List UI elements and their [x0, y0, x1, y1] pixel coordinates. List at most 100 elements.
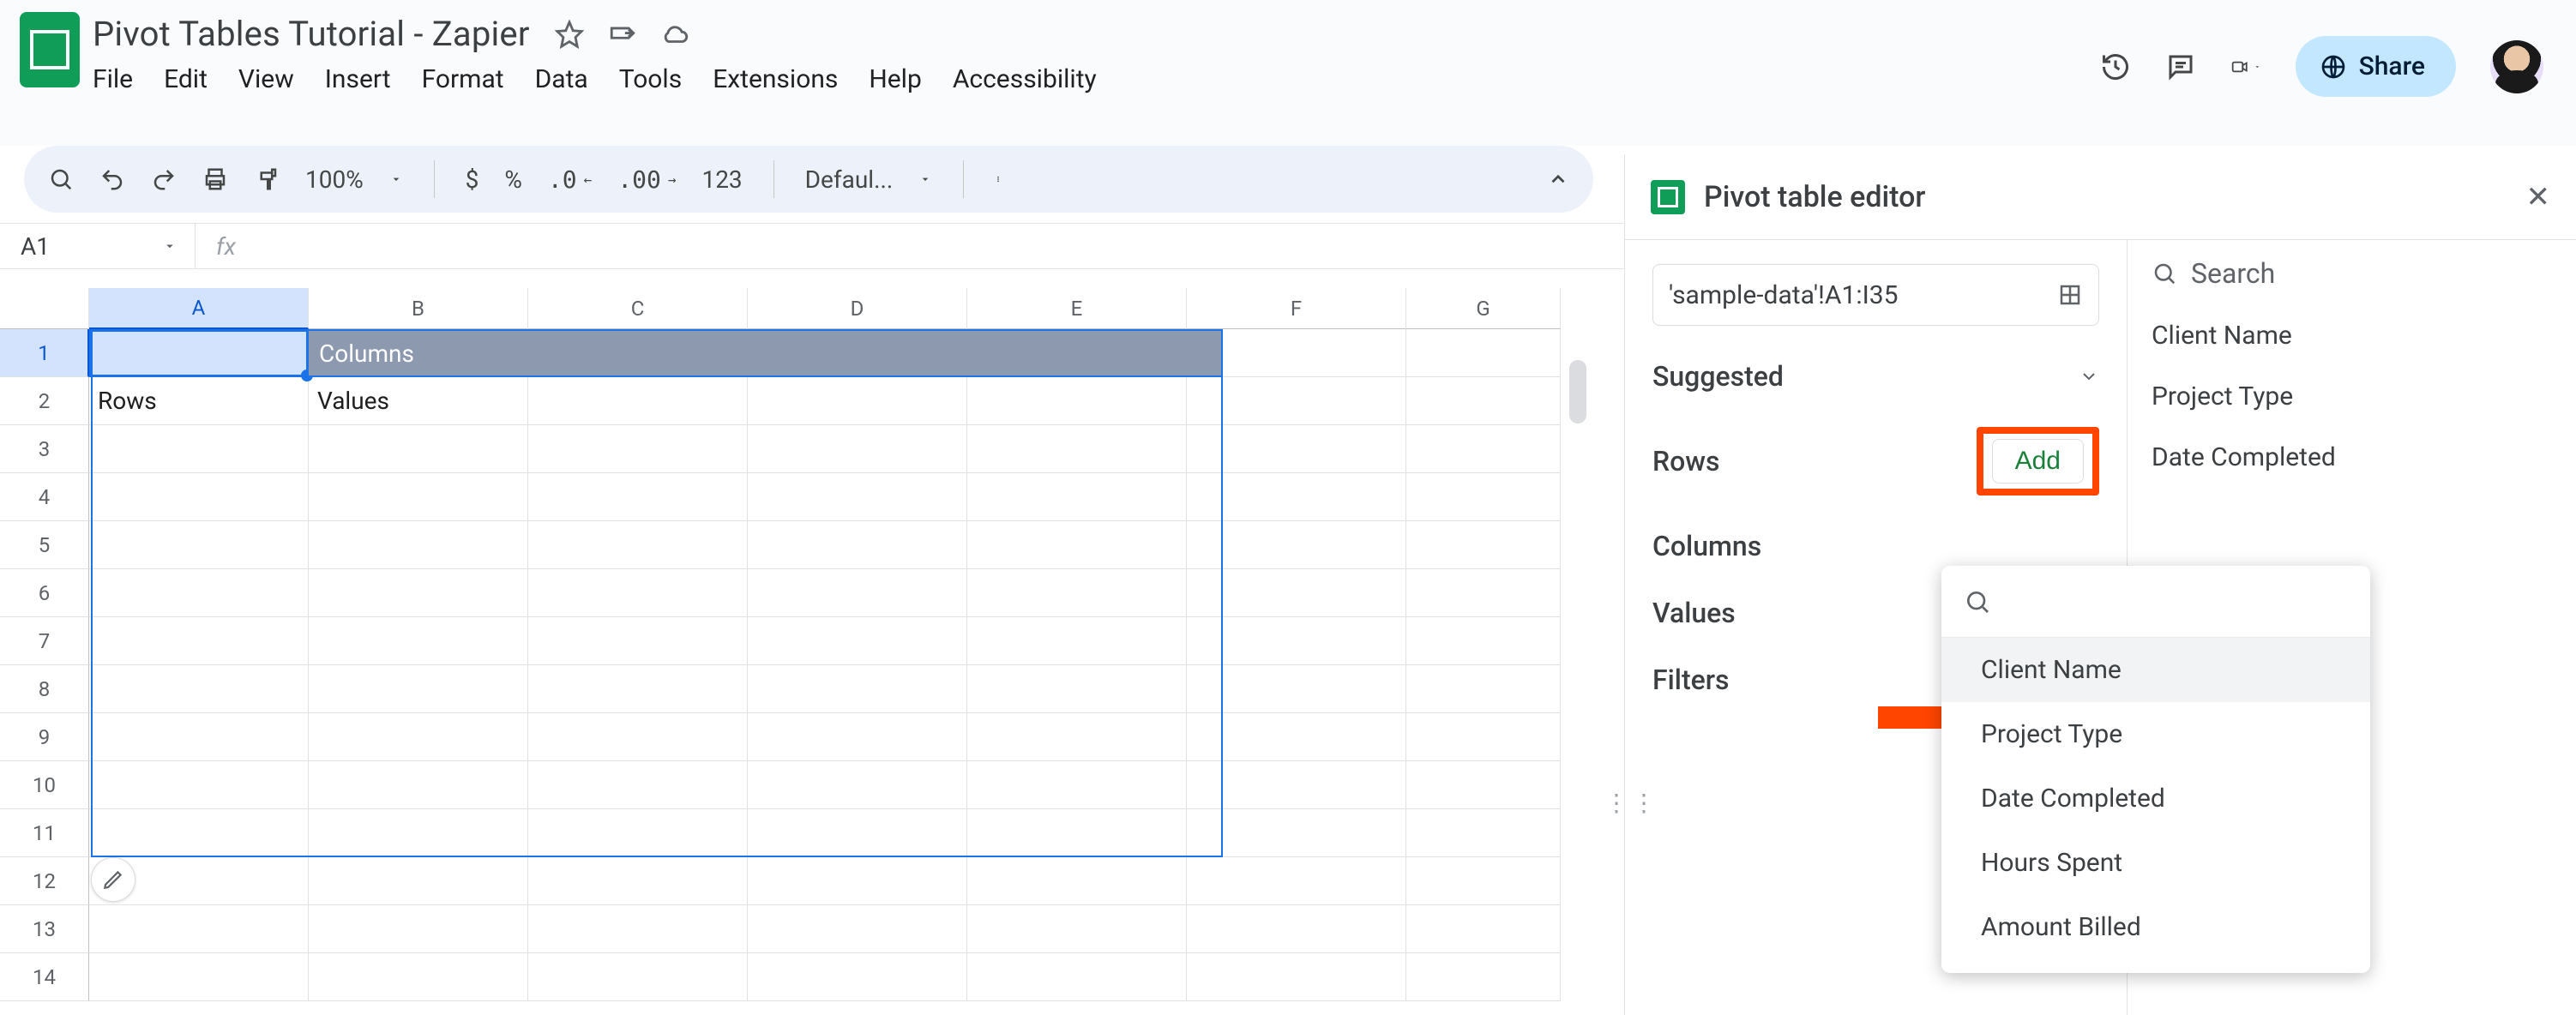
cell[interactable]: [748, 377, 967, 425]
cell[interactable]: [1187, 665, 1406, 713]
cell[interactable]: [309, 473, 528, 521]
cell[interactable]: [309, 953, 528, 1001]
column-header[interactable]: A: [89, 288, 309, 329]
cell[interactable]: [1406, 377, 1561, 425]
cell[interactable]: [748, 665, 967, 713]
menu-file[interactable]: File: [93, 64, 133, 94]
row-header[interactable]: 12: [0, 857, 89, 905]
row-header[interactable]: 3: [0, 425, 89, 473]
document-title[interactable]: Pivot Tables Tutorial - Zapier: [93, 14, 530, 54]
more-toolbar-icon[interactable]: [995, 166, 1002, 192]
cell[interactable]: [1406, 425, 1561, 473]
cell[interactable]: [748, 713, 967, 761]
sheets-logo[interactable]: [17, 10, 82, 89]
cell[interactable]: [748, 905, 967, 953]
cell[interactable]: [1187, 521, 1406, 569]
cell[interactable]: [528, 377, 748, 425]
font-select[interactable]: Defaul...: [805, 165, 932, 194]
cell[interactable]: [1187, 425, 1406, 473]
cell[interactable]: [748, 809, 967, 857]
cell[interactable]: [528, 857, 748, 905]
meet-icon[interactable]: [2230, 51, 2261, 82]
cell[interactable]: [1406, 953, 1561, 1001]
cell[interactable]: [89, 665, 309, 713]
menu-edit[interactable]: Edit: [164, 64, 208, 94]
cell[interactable]: [748, 953, 967, 1001]
print-icon[interactable]: [202, 166, 228, 192]
cell[interactable]: [1187, 569, 1406, 617]
cell[interactable]: [967, 377, 1187, 425]
section-suggested[interactable]: Suggested: [1652, 360, 2099, 393]
cell[interactable]: [967, 617, 1187, 665]
cell[interactable]: [1187, 617, 1406, 665]
dropdown-search[interactable]: [1941, 566, 2370, 638]
cell[interactable]: [309, 857, 528, 905]
close-icon[interactable]: ✕: [2526, 180, 2551, 214]
cell[interactable]: [89, 425, 309, 473]
field-search[interactable]: Search: [2152, 257, 2552, 290]
cell[interactable]: [309, 809, 528, 857]
undo-icon[interactable]: [99, 166, 125, 192]
dropdown-item-date-completed[interactable]: Date Completed: [1941, 766, 2370, 831]
cell[interactable]: [967, 761, 1187, 809]
vertical-scrollbar[interactable]: [1569, 360, 1586, 423]
cell[interactable]: [309, 425, 528, 473]
dropdown-item-project-type[interactable]: Project Type: [1941, 702, 2370, 766]
name-box[interactable]: A1: [0, 224, 196, 268]
decrease-decimal-icon[interactable]: .0←: [548, 165, 592, 194]
cell-b2[interactable]: Values: [309, 377, 528, 425]
row-header[interactable]: 1: [0, 329, 89, 377]
cell-a1[interactable]: [89, 329, 309, 377]
cell[interactable]: [967, 809, 1187, 857]
row-header[interactable]: 9: [0, 713, 89, 761]
cell[interactable]: [748, 617, 967, 665]
cell[interactable]: [1406, 521, 1561, 569]
cell[interactable]: [528, 425, 748, 473]
row-header[interactable]: 2: [0, 377, 89, 425]
increase-decimal-icon[interactable]: .00→: [617, 165, 676, 194]
cell[interactable]: [1406, 761, 1561, 809]
cell[interactable]: [1187, 473, 1406, 521]
cell[interactable]: [528, 521, 748, 569]
cell[interactable]: [309, 761, 528, 809]
menu-format[interactable]: Format: [422, 64, 504, 94]
menu-tools[interactable]: Tools: [619, 64, 682, 94]
cell[interactable]: [1187, 809, 1406, 857]
account-avatar[interactable]: [2490, 40, 2543, 93]
menu-view[interactable]: View: [238, 64, 294, 94]
cell[interactable]: [89, 521, 309, 569]
cell[interactable]: [528, 953, 748, 1001]
row-header[interactable]: 4: [0, 473, 89, 521]
spreadsheet-grid[interactable]: A B C D E F G 1 2RowsValues 3 4 5 6 7 8 …: [0, 288, 1604, 1001]
star-icon[interactable]: [554, 19, 585, 50]
add-rows-button[interactable]: Add: [1992, 439, 2084, 483]
cell[interactable]: [309, 905, 528, 953]
cell[interactable]: [1187, 761, 1406, 809]
cell[interactable]: [1406, 329, 1561, 377]
cell[interactable]: [1187, 905, 1406, 953]
cell[interactable]: [528, 713, 748, 761]
cell[interactable]: [967, 905, 1187, 953]
cell[interactable]: [1406, 905, 1561, 953]
cell[interactable]: [967, 953, 1187, 1001]
cell[interactable]: [1406, 857, 1561, 905]
row-header[interactable]: 7: [0, 617, 89, 665]
move-icon[interactable]: [607, 19, 638, 50]
column-header[interactable]: D: [748, 288, 967, 329]
cell[interactable]: [748, 761, 967, 809]
cell[interactable]: [528, 665, 748, 713]
cell[interactable]: [967, 425, 1187, 473]
format-percent[interactable]: %: [504, 165, 522, 194]
dropdown-item-client-name[interactable]: Client Name: [1941, 638, 2370, 702]
format-123[interactable]: 123: [701, 165, 742, 194]
cell[interactable]: [1406, 617, 1561, 665]
format-currency[interactable]: $: [466, 165, 479, 194]
cell[interactable]: [1406, 809, 1561, 857]
cell[interactable]: [89, 713, 309, 761]
cell[interactable]: [1406, 569, 1561, 617]
row-header[interactable]: 5: [0, 521, 89, 569]
zoom-select[interactable]: 100%: [305, 165, 403, 194]
cell[interactable]: [967, 857, 1187, 905]
cell[interactable]: [528, 761, 748, 809]
row-header[interactable]: 13: [0, 905, 89, 953]
